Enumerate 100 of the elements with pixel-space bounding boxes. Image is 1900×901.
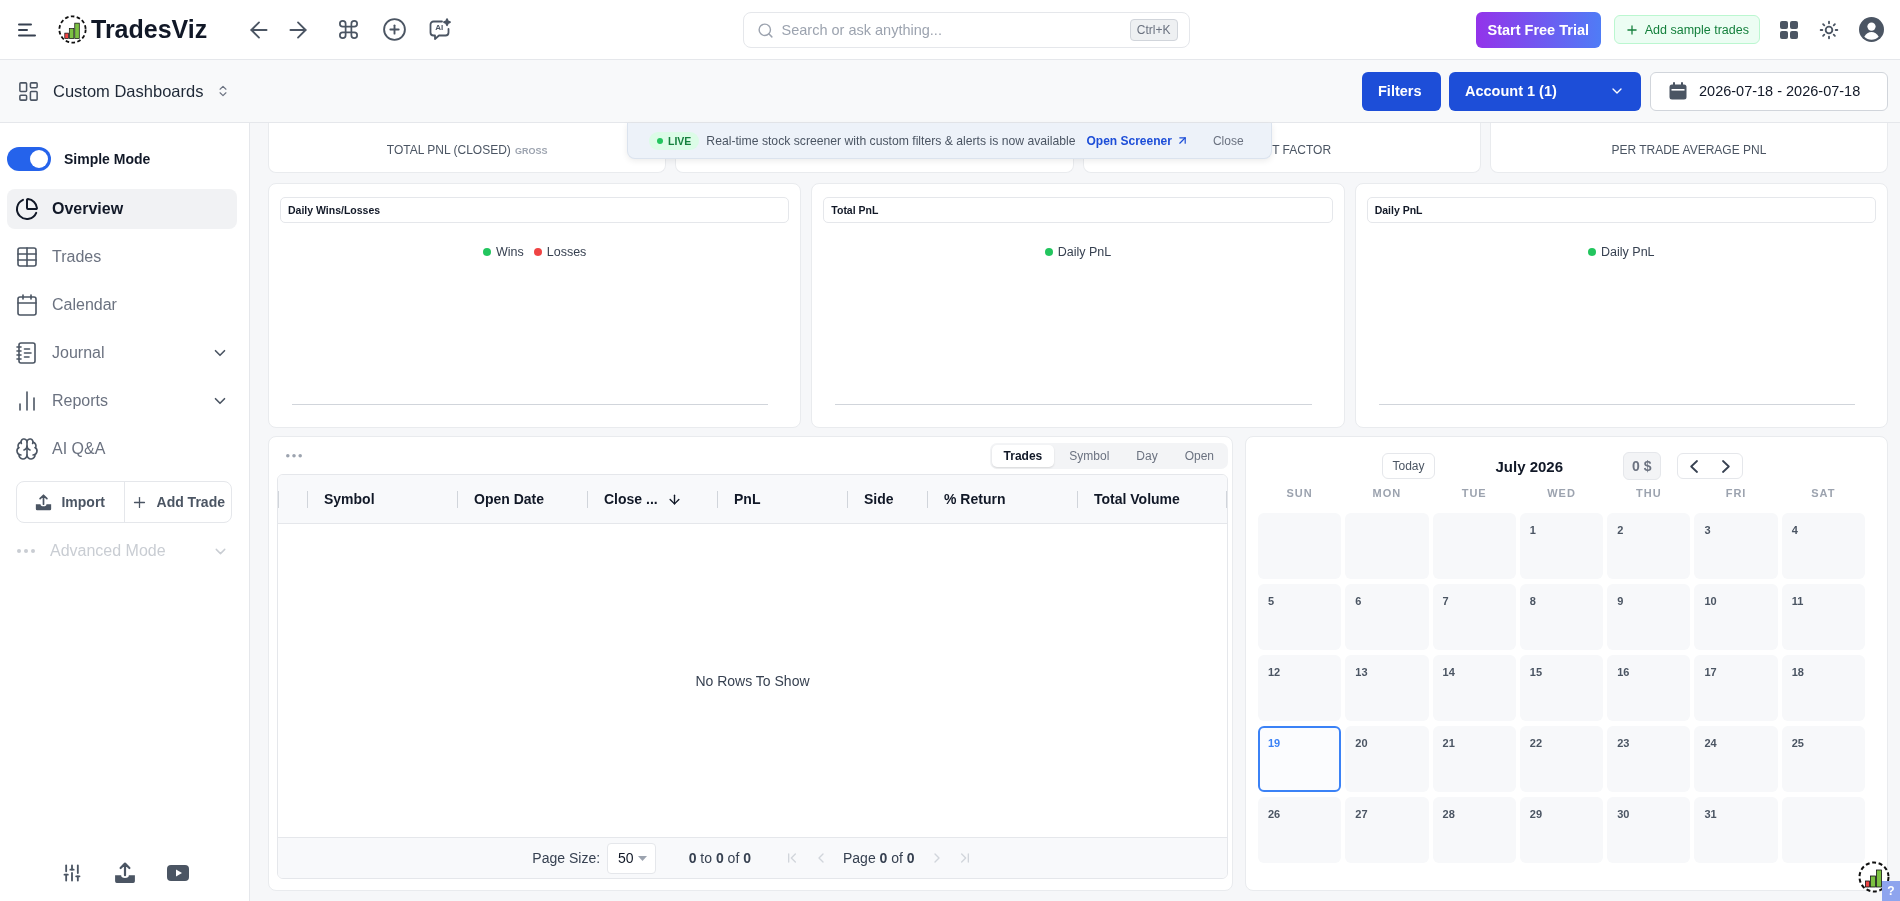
- toggle-label: Simple Mode: [64, 151, 151, 167]
- brain-icon: [15, 437, 39, 461]
- start-trial-button[interactable]: Start Free Trial: [1475, 11, 1601, 48]
- day-cell[interactable]: 23: [1607, 726, 1691, 792]
- day-cell[interactable]: 26: [1258, 797, 1342, 863]
- chat-bubble-icon: [428, 17, 453, 42]
- day-cell[interactable]: 14: [1432, 655, 1516, 721]
- view-tab[interactable]: Symbol: [1057, 445, 1122, 467]
- stat-label: TOTAL PNL (CLOSED): [386, 143, 511, 157]
- column-header[interactable]: % Return: [927, 475, 1077, 523]
- day-cell[interactable]: 3: [1694, 513, 1778, 579]
- banner-message: Real-time stock screener with custom filters & alerts is now available: [706, 133, 1076, 148]
- filters-button[interactable]: Filters: [1362, 71, 1441, 111]
- month-title: July 2026: [1495, 457, 1564, 475]
- day-cell[interactable]: 11: [1781, 584, 1865, 650]
- view-tab[interactable]: Trades: [991, 445, 1055, 467]
- weekday-label: SAT: [1810, 487, 1837, 501]
- sliders-icon: [61, 863, 82, 883]
- nav-item[interactable]: Trades: [7, 237, 237, 277]
- page-indicator: Page 0 of 0: [843, 850, 915, 866]
- column-header[interactable]: Side: [847, 475, 927, 523]
- home-link[interactable]: TradesViz: [58, 15, 208, 44]
- day-cell[interactable]: 7: [1432, 584, 1516, 650]
- day-cell[interactable]: 20: [1345, 726, 1429, 792]
- page-size-select[interactable]: 50: [607, 842, 656, 874]
- view-tab[interactable]: Day: [1124, 445, 1170, 467]
- day-cell[interactable]: 8: [1519, 584, 1604, 650]
- nav-item[interactable]: AI Q&A: [7, 429, 237, 469]
- search-icon: [756, 21, 774, 39]
- plus-circle-icon: [381, 17, 407, 42]
- plus-icon: [1624, 22, 1639, 37]
- user-avatar-icon: [1859, 17, 1885, 42]
- column-header[interactable]: Open Date: [457, 475, 587, 523]
- date-range-picker[interactable]: 2026-07-18 - 2026-07-18: [1650, 71, 1888, 111]
- day-cell[interactable]: 25: [1781, 726, 1865, 792]
- simple-mode-toggle[interactable]: [7, 147, 51, 171]
- account-select[interactable]: Account 1 (1): [1449, 71, 1641, 111]
- day-cell[interactable]: 9: [1607, 584, 1691, 650]
- upload-tray-icon: [35, 493, 53, 511]
- row-range: 0 to 0 of 0: [688, 850, 751, 866]
- weekday-label: MON: [1371, 487, 1403, 501]
- weekday-label: WED: [1546, 487, 1577, 501]
- sun-icon: [1819, 19, 1839, 40]
- ai-chat-button[interactable]: AI: [424, 13, 457, 46]
- day-cell[interactable]: 29: [1519, 797, 1604, 863]
- chevron-right-icon: [1721, 459, 1730, 473]
- column-header[interactable]: Symbol: [307, 475, 457, 523]
- pie-chart-icon: [15, 197, 39, 221]
- day-cell[interactable]: 5: [1258, 584, 1342, 650]
- day-cell[interactable]: 1: [1519, 513, 1604, 579]
- day-cell[interactable]: 2: [1607, 513, 1691, 579]
- column-header[interactable]: Total Volume: [1077, 475, 1226, 523]
- day-cell[interactable]: 16: [1607, 655, 1691, 721]
- weekday-label: THU: [1634, 487, 1663, 501]
- dashboard-switcher[interactable]: Custom Dashboards: [17, 79, 231, 103]
- chart-title: Total PnL: [823, 197, 1333, 223]
- day-cell[interactable]: 31: [1694, 797, 1778, 863]
- open-screener-link[interactable]: Open Screener: [1086, 133, 1189, 148]
- column-header[interactable]: Close ...: [587, 475, 717, 523]
- day-cell[interactable]: 28: [1432, 797, 1516, 863]
- day-cell[interactable]: 18: [1781, 655, 1865, 721]
- day-cell[interactable]: 30: [1607, 797, 1691, 863]
- stat-label: T FACTOR: [1272, 143, 1332, 157]
- logo-icon: [58, 15, 87, 44]
- import-button[interactable]: Import: [17, 482, 124, 522]
- nav-item[interactable]: Journal: [7, 333, 237, 373]
- legend-label: Daily PnL: [1601, 245, 1655, 259]
- today-button[interactable]: Today: [1382, 453, 1435, 479]
- day-cell[interactable]: 17: [1694, 655, 1778, 721]
- day-cell[interactable]: 21: [1432, 726, 1516, 792]
- chart-title: Daily PnL: [1366, 197, 1876, 223]
- column-header[interactable]: PnL: [717, 475, 847, 523]
- table-icon: [15, 245, 39, 269]
- chevron-left-icon: [1689, 459, 1698, 473]
- empty-message: No Rows To Show: [695, 672, 810, 689]
- day-cell[interactable]: 27: [1345, 797, 1429, 863]
- legend-label: Losses: [546, 245, 587, 259]
- day-cell[interactable]: 10: [1694, 584, 1778, 650]
- weekday-label: TUE: [1460, 487, 1488, 501]
- add-sample-trades-button[interactable]: Add sample trades: [1613, 15, 1760, 44]
- day-cell[interactable]: 24: [1694, 726, 1778, 792]
- day-cell[interactable]: 15: [1519, 655, 1604, 721]
- calendar-icon: [15, 293, 39, 317]
- nav-item[interactable]: Calendar: [7, 285, 237, 325]
- weekday-label: FRI: [1724, 487, 1748, 501]
- view-tab[interactable]: Open: [1172, 445, 1226, 467]
- day-cell[interactable]: 4: [1781, 513, 1865, 579]
- status-dot-icon: [657, 137, 663, 144]
- day-cell[interactable]: 13: [1345, 655, 1429, 721]
- command-icon: [336, 18, 360, 41]
- day-cell[interactable]: 22: [1519, 726, 1604, 792]
- day-cell[interactable]: 12: [1258, 655, 1342, 721]
- close-button[interactable]: Close: [1212, 133, 1244, 148]
- grid-icon: [1780, 20, 1798, 39]
- nav-item[interactable]: Reports: [7, 381, 237, 421]
- calendar-icon: [1669, 82, 1687, 100]
- nav-item[interactable]: Overview: [7, 189, 237, 229]
- day-cell[interactable]: 19: [1258, 726, 1342, 792]
- day-cell[interactable]: 6: [1345, 584, 1429, 650]
- add-trade-button[interactable]: Add Trade: [123, 482, 231, 522]
